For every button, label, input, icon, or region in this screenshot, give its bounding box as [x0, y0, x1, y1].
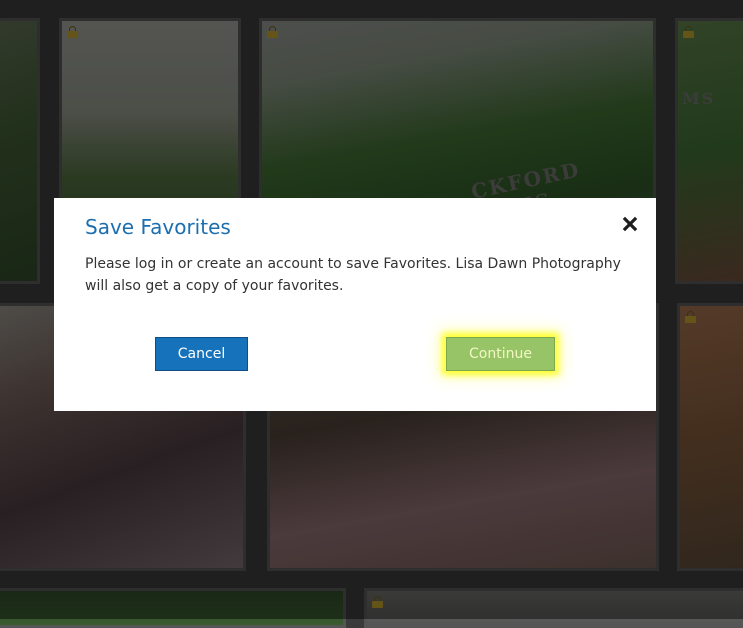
- dialog-title: Save Favorites: [85, 215, 231, 239]
- dialog-message: Please log in or create an account to sa…: [85, 256, 621, 294]
- close-icon-glyph: [622, 216, 638, 232]
- close-icon[interactable]: [620, 215, 640, 235]
- cancel-button[interactable]: Cancel: [155, 337, 248, 371]
- save-favorites-dialog: Save Favorites Please log in or create a…: [54, 198, 656, 411]
- continue-button[interactable]: Continue: [446, 337, 555, 371]
